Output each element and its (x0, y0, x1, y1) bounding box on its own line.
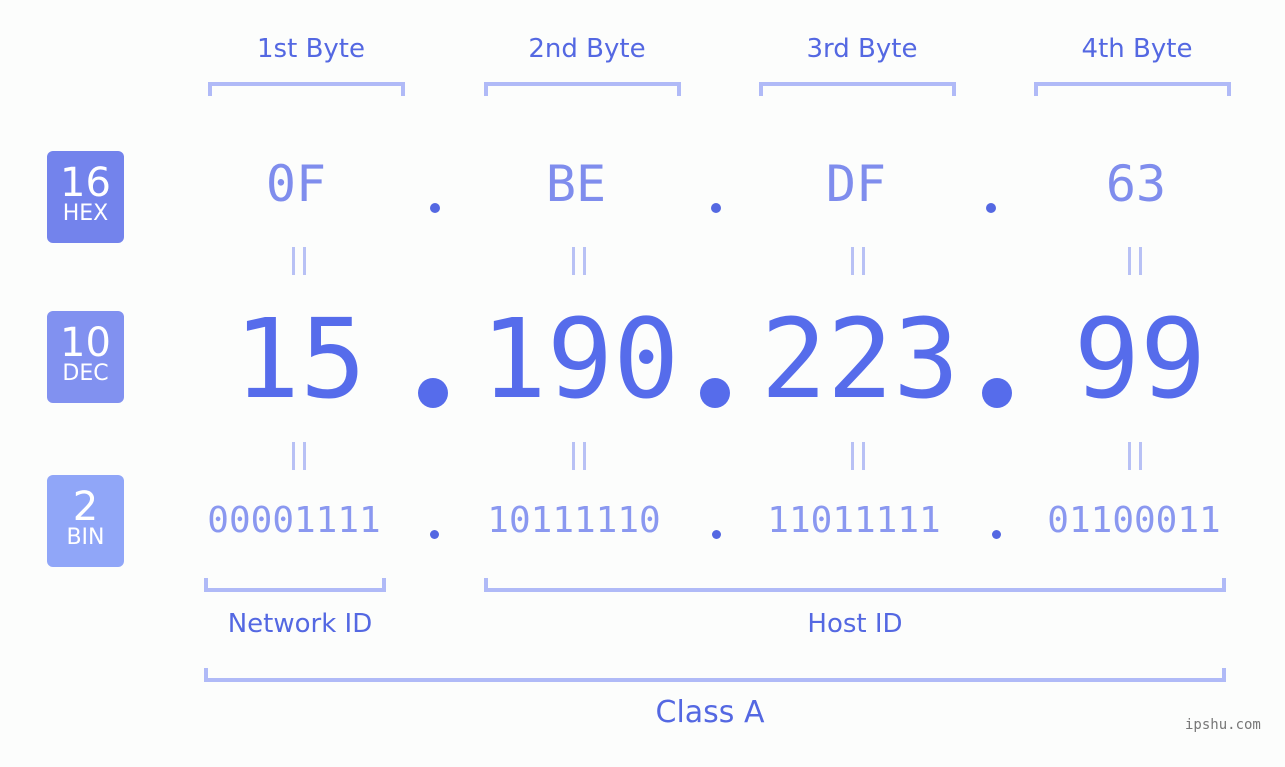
equals-icon (290, 442, 310, 470)
dec-badge-label: DEC (62, 361, 109, 386)
hex-byte-2: BE (545, 155, 607, 213)
hex-badge-number: 16 (60, 160, 111, 206)
byte-bracket-1 (208, 82, 405, 96)
bin-byte-2: 10111110 (487, 500, 661, 541)
class-bracket (204, 668, 1226, 682)
class-label: Class A (655, 695, 765, 730)
hex-separator-1 (430, 203, 440, 213)
bin-separator-3 (992, 530, 1001, 539)
dec-byte-1: 15 (233, 295, 367, 423)
equals-icon (570, 442, 590, 470)
watermark: ipshu.com (1185, 717, 1261, 733)
byte-label-3: 3rd Byte (806, 34, 918, 64)
dec-byte-4: 99 (1073, 295, 1207, 423)
dec-badge: 10 DEC (47, 311, 124, 403)
equals-icon (849, 247, 869, 275)
bin-byte-3: 11011111 (767, 500, 941, 541)
dec-byte-3: 223 (760, 295, 960, 423)
dec-separator-2 (700, 378, 730, 408)
byte-label-4: 4th Byte (1081, 34, 1193, 64)
bin-badge: 2 BIN (47, 475, 124, 567)
byte-bracket-4 (1034, 82, 1231, 96)
hex-byte-3: DF (825, 155, 887, 213)
hex-separator-2 (711, 203, 721, 213)
network-id-label: Network ID (227, 609, 373, 639)
dec-badge-number: 10 (60, 320, 111, 366)
dec-separator-1 (418, 378, 448, 408)
bin-byte-4: 01100011 (1047, 500, 1221, 541)
byte-label-1: 1st Byte (257, 34, 365, 64)
equals-icon (1126, 442, 1146, 470)
equals-icon (570, 247, 590, 275)
equals-icon (849, 442, 869, 470)
equals-icon (290, 247, 310, 275)
bin-badge-number: 2 (72, 484, 99, 530)
bin-byte-1: 00001111 (207, 500, 381, 541)
hex-badge: 16 HEX (47, 151, 124, 243)
hex-badge-label: HEX (62, 201, 109, 226)
equals-icon (1126, 247, 1146, 275)
host-id-bracket (484, 578, 1226, 592)
hex-byte-4: 63 (1105, 155, 1167, 213)
bin-separator-2 (712, 530, 721, 539)
dec-separator-3 (982, 378, 1012, 408)
byte-bracket-2 (484, 82, 681, 96)
byte-label-2: 2nd Byte (528, 34, 646, 64)
bin-badge-label: BIN (66, 525, 105, 550)
hex-separator-3 (986, 203, 996, 213)
network-id-bracket (204, 578, 386, 592)
bin-separator-1 (430, 530, 439, 539)
hex-byte-1: 0F (265, 155, 327, 213)
host-id-label: Host ID (807, 609, 903, 639)
dec-byte-2: 190 (480, 295, 680, 423)
byte-bracket-3 (759, 82, 956, 96)
